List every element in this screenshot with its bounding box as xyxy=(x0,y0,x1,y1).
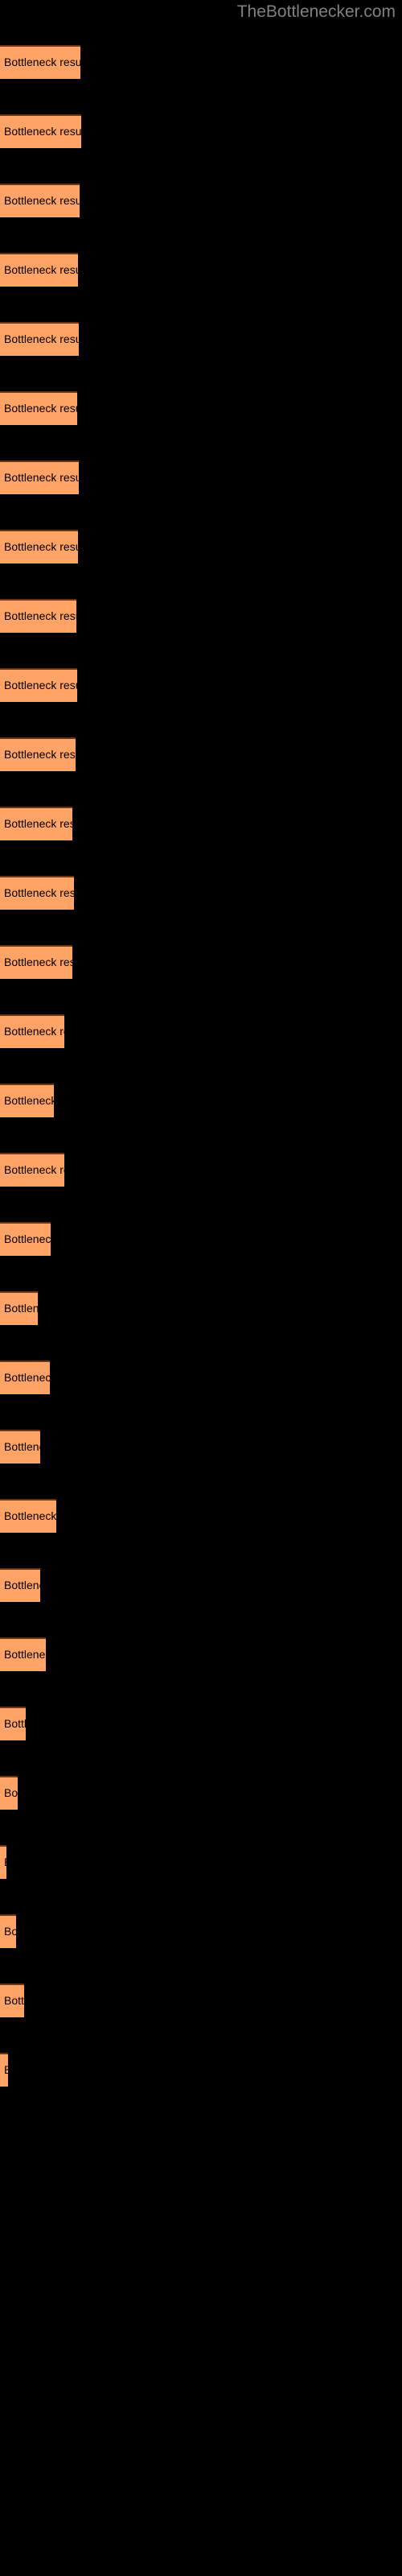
bar: Bottleneck result xyxy=(0,1499,56,1533)
bar-row: Bottleneck result xyxy=(0,599,402,633)
bar: Bottleneck result xyxy=(0,184,80,217)
bar: Bottleneck result xyxy=(0,1707,26,1740)
bar: Bottleneck result xyxy=(0,599,76,633)
bar-row: Bottleneck result xyxy=(0,391,402,425)
bar: Bottleneck result xyxy=(0,1914,16,1948)
bar-label: Bottleneck result xyxy=(4,886,74,899)
bar-label: Bottleneck result xyxy=(4,1232,51,1245)
bar-row: Bottleneck result xyxy=(0,1568,402,1602)
bar-label: Bottleneck result xyxy=(4,817,72,830)
site-title: TheBottlenecker.com xyxy=(236,2,396,21)
bar-label: Bottleneck result xyxy=(4,1994,24,2007)
bar-label: Bottleneck result xyxy=(4,125,81,138)
bar-row: Bottleneck result xyxy=(0,945,402,979)
bar-label: Bottleneck result xyxy=(4,1579,40,1591)
bar-row: Bottleneck result xyxy=(0,1084,402,1117)
bar: Bottleneck result xyxy=(0,807,72,840)
bar: Bottleneck result xyxy=(0,737,76,771)
bar-label: Bottleneck result xyxy=(4,748,76,761)
bar: Bottleneck result xyxy=(0,1084,54,1117)
bar-label: Bottleneck result xyxy=(4,609,76,622)
bar-row: Bottleneck result xyxy=(0,1430,402,1463)
bar: Bottleneck result xyxy=(0,1291,38,1325)
bar-label: Bottleneck result xyxy=(4,1856,6,1869)
bar: Bottleneck result xyxy=(0,1222,51,1256)
bar: Bottleneck result xyxy=(0,1430,40,1463)
bar-row: Bottleneck result xyxy=(0,1707,402,1740)
bar: Bottleneck result xyxy=(0,253,78,287)
bar-label: Bottleneck result xyxy=(4,1786,18,1799)
bar-row: Bottleneck result xyxy=(0,1014,402,1048)
bar-row: Bottleneck result xyxy=(0,184,402,217)
bar-label: Bottleneck result xyxy=(4,679,77,691)
bar-row: Bottleneck result xyxy=(0,876,402,910)
bar-chart: Bottleneck result Bottleneck result Bottle… xyxy=(0,45,402,2541)
bar-label: Bottleneck result xyxy=(4,1371,50,1384)
bar-row: Bottleneck result xyxy=(0,322,402,356)
bar-row: Bottleneck result xyxy=(0,1291,402,1325)
bar-row: Bottleneck result xyxy=(0,1914,402,1948)
bar-label: Bottleneck result xyxy=(4,1717,26,1730)
bar: Bottleneck result xyxy=(0,1776,18,1810)
bar-row: Bottleneck result xyxy=(0,114,402,148)
bar-label: Bottleneck result xyxy=(4,1509,56,1522)
bar-row: Bottleneck result xyxy=(0,1153,402,1187)
bar: Bottleneck result xyxy=(0,45,80,79)
bar: Bottleneck result xyxy=(0,460,79,494)
bar: Bottleneck result xyxy=(0,945,72,979)
bar-row: Bottleneck result xyxy=(0,1637,402,1671)
bar-row: Bottleneck result xyxy=(0,253,402,287)
bar-row: Bottleneck result xyxy=(0,460,402,494)
bar-label: Bottleneck result xyxy=(4,540,78,553)
bar-row: Bottleneck result xyxy=(0,737,402,771)
bar: Bottleneck result xyxy=(0,114,81,148)
bar: Bottleneck result xyxy=(0,1014,64,1048)
bar-label: Bottleneck result xyxy=(4,332,79,345)
bar-label: Bottleneck result xyxy=(4,1025,64,1038)
bar: Bottleneck result xyxy=(0,322,79,356)
bar-label: Bottleneck result xyxy=(4,194,80,207)
bar: Bottleneck result xyxy=(0,1153,64,1187)
bar: Bottleneck result xyxy=(0,876,74,910)
bar: Bottleneck result xyxy=(0,1637,46,1671)
bar: Bottleneck result xyxy=(0,530,78,564)
bar-row: Bottleneck result xyxy=(0,45,402,79)
bar-row: Bottleneck result xyxy=(0,1499,402,1533)
bar-row: Bottleneck result xyxy=(0,1360,402,1394)
bar: Bottleneck result xyxy=(0,1845,6,1879)
bar-label: Bottleneck result xyxy=(4,1440,40,1453)
bar-label: Bottleneck result xyxy=(4,471,79,484)
bar-row: Bottleneck result xyxy=(0,807,402,840)
bar-label: Bottleneck result xyxy=(4,1302,38,1315)
bar-label: Bottleneck result xyxy=(4,1925,16,1938)
bar-row: Bottleneck result xyxy=(0,668,402,702)
bar-label: Bottleneck result xyxy=(4,1648,46,1661)
bar: Bottleneck result xyxy=(0,1568,40,1602)
bottleneck-chart-page: TheBottlenecker.com Bottleneck result Bot… xyxy=(0,0,402,2576)
bar-row: Bottleneck result xyxy=(0,1222,402,1256)
bar-label: Bottleneck result xyxy=(4,263,78,276)
bar-label: Bottleneck result xyxy=(4,402,77,415)
bar-row: Bottleneck result xyxy=(0,2053,402,2087)
bar: Bottleneck result xyxy=(0,2053,8,2087)
bar-label: Bottleneck result xyxy=(4,956,72,968)
bar-row: Bottleneck result xyxy=(0,530,402,564)
bar-label: Bottleneck result xyxy=(4,1094,54,1107)
bar: Bottleneck result xyxy=(0,391,77,425)
bar-row: Bottleneck result xyxy=(0,1984,402,2017)
bar-label: Bottleneck result xyxy=(4,56,80,68)
bar-label: Bottleneck result xyxy=(4,1163,64,1176)
bar: Bottleneck result xyxy=(0,1360,50,1394)
bar: Bottleneck result xyxy=(0,668,77,702)
bar-row: Bottleneck result xyxy=(0,1776,402,1810)
bar-label: Bottleneck result xyxy=(4,2063,8,2077)
bar-row: Bottleneck result xyxy=(0,1845,402,1879)
bar: Bottleneck result xyxy=(0,1984,24,2017)
